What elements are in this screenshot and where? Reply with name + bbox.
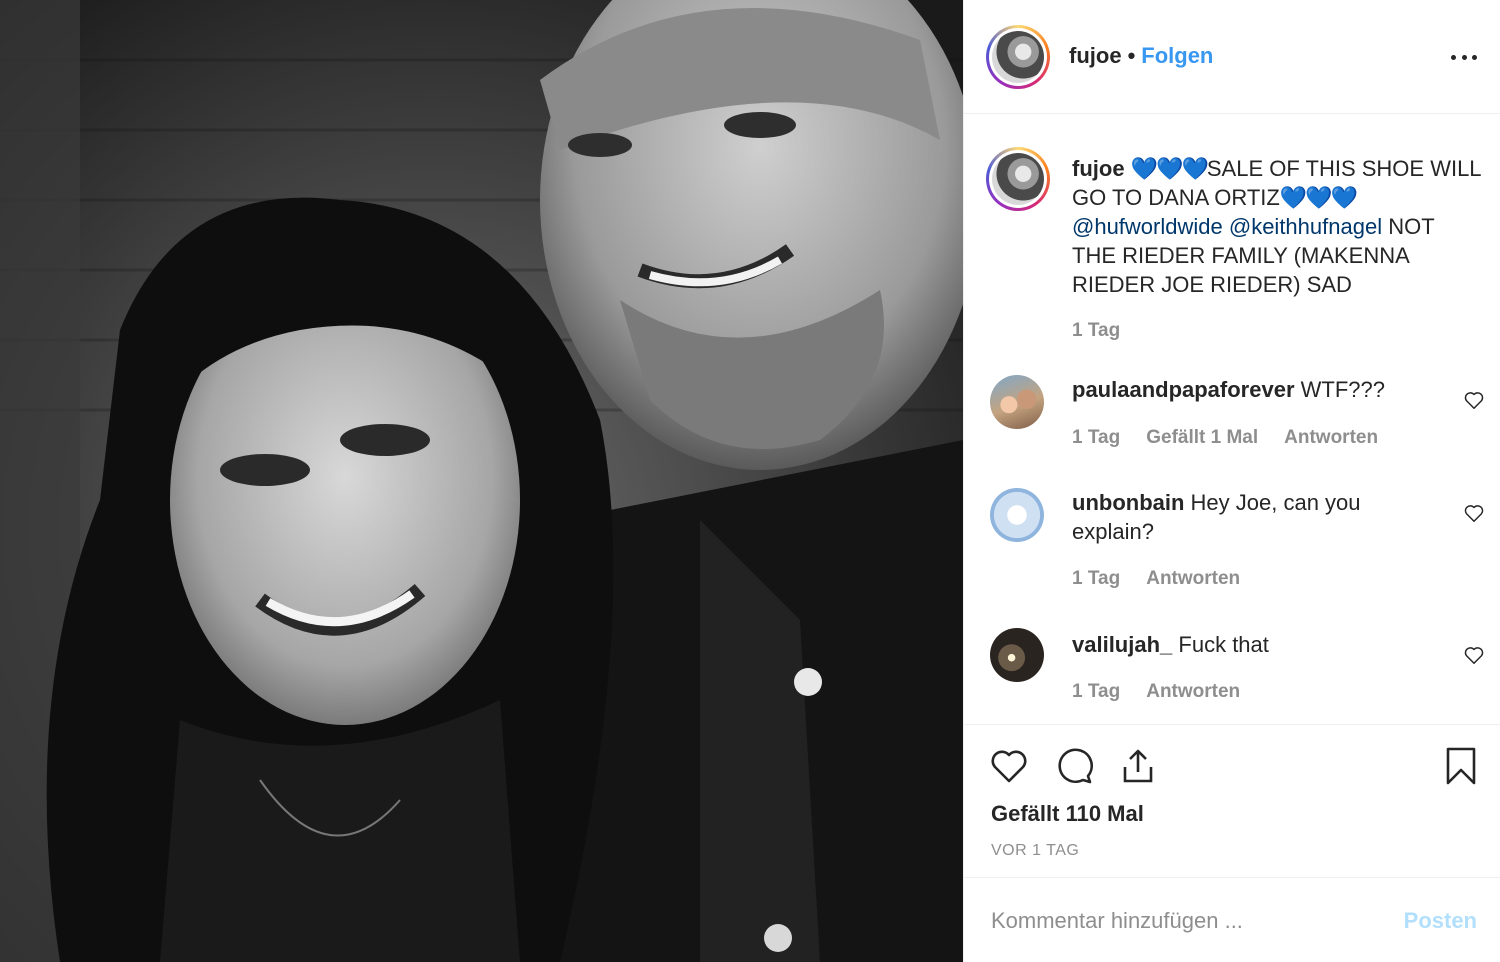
commenter-username[interactable]: paulaandpapaforever [1072, 377, 1295, 402]
heart-icon[interactable] [988, 745, 1030, 787]
comment-body: WTF??? [1300, 377, 1385, 402]
bookmark-icon[interactable] [1440, 745, 1482, 787]
comment-form: Posten [964, 878, 1500, 962]
photo-black-white-couple [0, 0, 963, 962]
post-photo[interactable] [0, 0, 963, 962]
mention-hufworldwide[interactable]: @hufworldwide [1072, 214, 1223, 239]
commenter-avatar[interactable] [990, 628, 1044, 682]
comment-meta: 1 Tag Antworten [1072, 681, 1266, 703]
comment-time[interactable]: 1 Tag [1072, 427, 1120, 448]
reply-button[interactable]: Antworten [1284, 427, 1378, 448]
likes-count[interactable]: Gefällt 110 Mal [991, 801, 1144, 827]
blue-hearts-emoji: 💙💙💙 [1279, 185, 1358, 210]
caption-author-avatar[interactable] [986, 147, 1050, 211]
comment-input[interactable] [991, 904, 1371, 938]
post-header: fujoe • Folgen [964, 0, 1500, 114]
author-avatar[interactable] [986, 25, 1050, 89]
comment-meta: 1 Tag Gefällt 1 Mal Antworten [1072, 427, 1404, 449]
caption-timestamp[interactable]: 1 Tag [1072, 320, 1120, 342]
caption-username[interactable]: fujoe [1072, 156, 1125, 181]
comment-time[interactable]: 1 Tag [1072, 681, 1120, 702]
comment-text: unbonbain Hey Joe, can you explain? [1072, 488, 1442, 546]
comment-bubble-icon[interactable] [1053, 745, 1095, 787]
comment-text: paulaandpapaforever WTF??? [1072, 375, 1442, 404]
follow-button[interactable]: Folgen [1141, 43, 1213, 68]
author-username[interactable]: fujoe [1069, 43, 1122, 68]
commenter-username[interactable]: valilujah_ [1072, 632, 1172, 657]
post-actions-bar: Gefällt 110 Mal VOR 1 TAG [964, 724, 1500, 878]
post-caption: fujoe 💙💙💙SALE OF THIS SHOE WILL GO TO DA… [1072, 154, 1482, 299]
comment-meta: 1 Tag Antworten [1072, 568, 1266, 590]
comment-body: Fuck that [1178, 632, 1269, 657]
post-details-panel: fujoe • Folgen fujoe 💙💙💙SALE OF THIS SHOE … [963, 0, 1500, 962]
comment-like-heart-icon[interactable] [1463, 502, 1485, 524]
post-comment-button[interactable]: Posten [1404, 908, 1477, 934]
comment-likes[interactable]: Gefällt 1 Mal [1146, 427, 1258, 448]
comment-like-heart-icon[interactable] [1463, 644, 1485, 666]
more-options-icon[interactable] [1451, 44, 1477, 70]
mention-keithhufnagel[interactable]: @keithhufnagel [1229, 214, 1382, 239]
reply-button[interactable]: Antworten [1146, 568, 1240, 589]
commenter-username[interactable]: unbonbain [1072, 490, 1184, 515]
commenter-avatar[interactable] [990, 488, 1044, 542]
commenter-avatar[interactable] [990, 375, 1044, 429]
comment-time[interactable]: 1 Tag [1072, 568, 1120, 589]
separator-dot: • [1127, 43, 1136, 68]
blue-hearts-emoji: 💙💙💙 [1130, 156, 1209, 181]
share-upload-icon[interactable] [1117, 745, 1159, 787]
post-timestamp[interactable]: VOR 1 TAG [991, 842, 1079, 860]
reply-button[interactable]: Antworten [1146, 681, 1240, 702]
comment-like-heart-icon[interactable] [1463, 389, 1485, 411]
author-header: fujoe • Folgen [1069, 43, 1213, 69]
comment-text: valilujah_ Fuck that [1072, 630, 1442, 659]
